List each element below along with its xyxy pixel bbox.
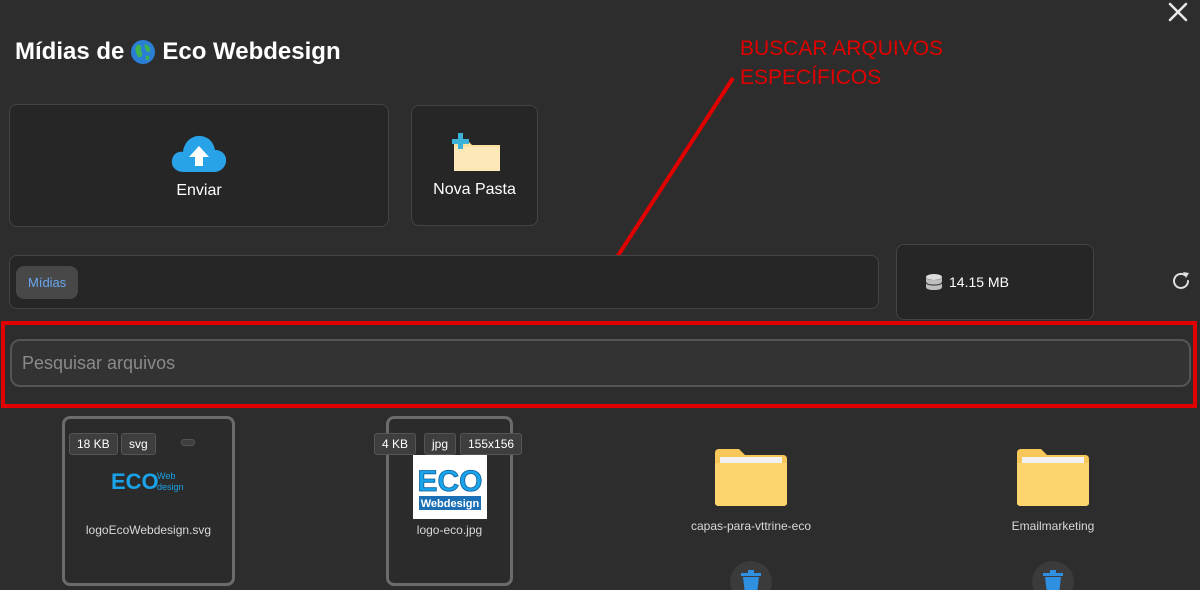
- search-field: [10, 339, 1191, 387]
- file-size-badge: 18 KB: [69, 433, 118, 455]
- new-folder-icon: [451, 132, 500, 171]
- logo-sub1-text: Web: [157, 471, 175, 481]
- svg-text:Webdesign: Webdesign: [421, 498, 480, 510]
- storage-usage: 14.15 MB: [896, 244, 1094, 320]
- file-name: logoEcoWebdesign.svg: [85, 523, 212, 537]
- search-input[interactable]: [12, 341, 1189, 385]
- folder-name: capas-para-vttrine-eco: [690, 519, 812, 533]
- storage-used: 14.15 MB: [949, 274, 1009, 290]
- globe-icon: [131, 40, 156, 64]
- eco-logo-thumbnail: ECO Web design: [111, 469, 184, 493]
- title-brand: Eco Webdesign: [162, 38, 341, 65]
- close-button[interactable]: [1166, 0, 1190, 24]
- annotation-line-1: BUSCAR ARQUIVOS: [740, 37, 944, 60]
- refresh-icon: [1173, 272, 1189, 289]
- file-card-svg[interactable]: 18 KB svg ECO Web design logoEcoWebdesig…: [62, 416, 235, 586]
- cloud-upload-icon: [171, 135, 227, 172]
- logo-sub2-text: design: [157, 482, 184, 492]
- file-dim-badge: 155x156: [460, 433, 523, 455]
- file-ext-badge: jpg: [424, 433, 457, 455]
- eco-logo-jpg-thumbnail: ECO Webdesign: [413, 455, 487, 519]
- new-folder-label: Nova Pasta: [433, 180, 516, 198]
- new-folder-button[interactable]: Nova Pasta: [411, 105, 538, 226]
- title-prefix: Mídias de: [15, 38, 125, 65]
- file-card-jpg[interactable]: 4 KB jpg 155x156 ECO Webdesign logo-eco.…: [374, 416, 523, 586]
- annotation-line-2: ESPECÍFICOS: [740, 66, 882, 89]
- page-title: Mídias de Eco Webdesign: [15, 38, 341, 66]
- logo-main-text: ECO: [417, 465, 482, 498]
- folder-name: Emailmarketing: [1011, 519, 1095, 533]
- file-size-badge: 4 KB: [374, 433, 417, 455]
- trash-icon: [741, 570, 761, 590]
- upload-button[interactable]: Enviar: [9, 104, 389, 227]
- folder-item[interactable]: Emailmarketing: [973, 447, 1133, 533]
- breadcrumb: Mídias: [9, 255, 879, 309]
- file-dim-badge: [181, 439, 195, 446]
- upload-label: Enviar: [176, 181, 222, 199]
- file-name: logo-eco.jpg: [416, 523, 483, 537]
- database-icon: [925, 274, 943, 290]
- folder-icon: [1017, 449, 1089, 506]
- refresh-button[interactable]: [1170, 270, 1192, 292]
- breadcrumb-root[interactable]: Mídias: [16, 265, 79, 299]
- folder-icon: [715, 449, 787, 506]
- close-icon: [1168, 2, 1188, 22]
- delete-folder-button[interactable]: [1032, 561, 1074, 590]
- annotation-text: BUSCAR ARQUIVOS ESPECÍFICOS: [740, 34, 943, 92]
- file-ext-badge: svg: [121, 433, 156, 455]
- delete-folder-button[interactable]: [730, 561, 772, 590]
- trash-icon: [1043, 570, 1063, 590]
- logo-main-text: ECO: [111, 469, 159, 493]
- folder-item[interactable]: capas-para-vttrine-eco: [671, 447, 831, 533]
